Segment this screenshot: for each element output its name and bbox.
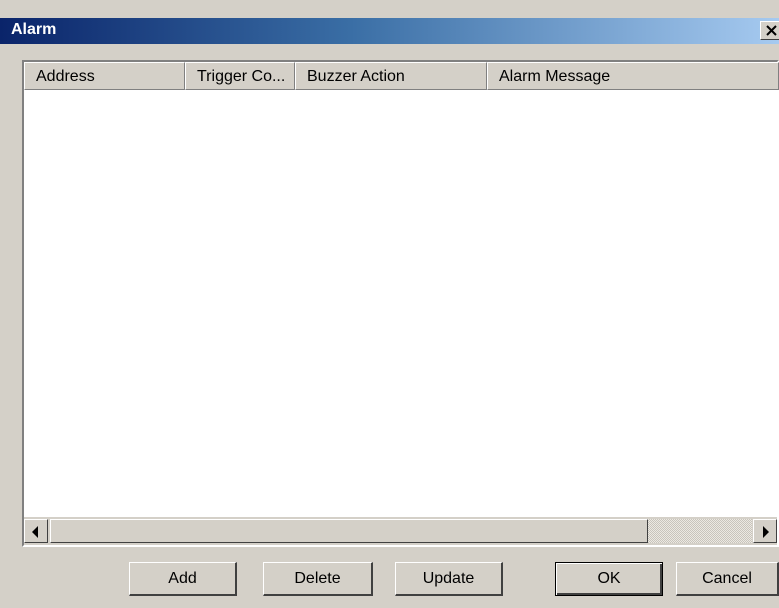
column-header-address[interactable]: Address — [24, 62, 185, 90]
window-title: Alarm — [11, 21, 57, 38]
list-header: Address Trigger Co... Buzzer Action Alar… — [24, 62, 779, 90]
title-bar[interactable]: Alarm — [0, 18, 779, 44]
column-header-alarm-message[interactable]: Alarm Message — [487, 62, 779, 90]
arrow-right-icon — [763, 526, 769, 538]
cancel-button[interactable]: Cancel — [676, 562, 779, 596]
scroll-thumb[interactable] — [50, 519, 648, 543]
close-icon — [766, 25, 777, 36]
alarm-dialog: Alarm Address Trigger Co... Buzzer Actio… — [0, 0, 779, 608]
scroll-track[interactable] — [648, 519, 752, 543]
horizontal-scrollbar[interactable] — [24, 517, 777, 545]
alarm-list[interactable]: Address Trigger Co... Buzzer Action Alar… — [22, 60, 779, 547]
scroll-left-button[interactable] — [24, 519, 48, 543]
add-button[interactable]: Add — [129, 562, 237, 596]
update-button[interactable]: Update — [395, 562, 503, 596]
delete-button[interactable]: Delete — [263, 562, 373, 596]
close-button[interactable] — [760, 21, 779, 40]
list-body[interactable] — [24, 90, 777, 517]
arrow-left-icon — [32, 526, 38, 538]
scroll-right-button[interactable] — [753, 519, 777, 543]
ok-button[interactable]: OK — [555, 562, 663, 596]
column-header-trigger-condition[interactable]: Trigger Co... — [185, 62, 295, 90]
column-header-buzzer-action[interactable]: Buzzer Action — [295, 62, 487, 90]
